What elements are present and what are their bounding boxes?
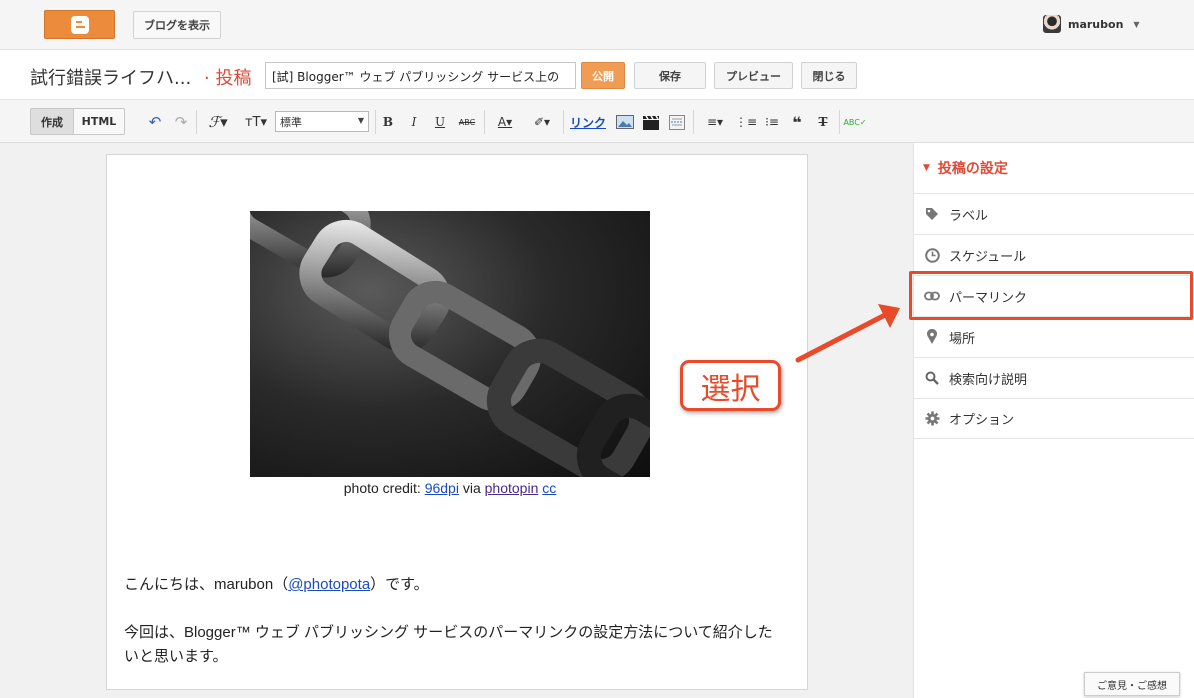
caption-link-96dpi[interactable]: 96dpi [425,480,459,496]
numbered-list-icon[interactable]: ⋮≡ [735,112,757,132]
toolbar-divider [375,110,376,134]
preview-button[interactable]: プレビュー [714,62,793,89]
blogger-icon [70,15,89,34]
image-icon[interactable] [615,112,635,132]
format-select[interactable]: 標準 ▼ [275,111,369,132]
sidebar-item-labels[interactable]: ラベル [914,193,1194,234]
highlight-icon[interactable]: ✐▾ [527,112,557,132]
text-color-icon[interactable]: A▾ [490,112,520,132]
chain-photo[interactable] [250,211,650,477]
font-size-icon[interactable]: ᴛT▾ [240,112,272,132]
view-blog-button[interactable]: ブログを表示 [133,11,221,39]
save-button[interactable]: 保存 [634,62,706,89]
avatar [1043,15,1061,33]
video-icon[interactable] [641,112,661,132]
paragraph-greeting: こんにちは、marubon（@photopota）です。 [124,573,429,597]
sidebar-item-search-description[interactable]: 検索向け説明 [914,357,1194,398]
strikethrough-icon[interactable]: ABC [456,112,478,132]
compose-mode-button[interactable]: 作成 [30,108,74,135]
sidebar-item-schedule[interactable]: スケジュール [914,234,1194,275]
caption-via: via [458,480,485,496]
caption-link-photopin[interactable]: photopin [485,480,539,496]
sidebar-item-label: 場所 [949,331,976,347]
toolbar-divider [839,110,840,134]
user-menu[interactable]: marubon ▼ [1043,15,1140,33]
username: marubon [1068,17,1124,31]
blog-title[interactable]: 試行錯誤ライフハ... [30,64,191,90]
close-button[interactable]: 閉じる [801,62,857,89]
sidebar-item-label: オプション [949,413,1015,428]
italic-icon[interactable]: I [406,112,422,132]
clear-format-icon[interactable]: T [814,112,832,132]
sidebar-item-label: ラベル [949,208,989,224]
font-icon[interactable]: ℱ▾ [203,112,233,132]
publish-button[interactable]: 公開 [581,62,625,89]
sidebar-item-label: スケジュール [949,249,1027,265]
section-title: · 投稿 [204,68,252,89]
caption-prefix: photo credit: [343,480,425,496]
greeting-text: こんにちは、marubon（ [124,576,289,593]
photo-caption: photo credit: 96dpi via photopin cc [250,480,650,496]
post-settings-header[interactable]: ▼ 投稿の設定 [923,158,1008,178]
link-button[interactable]: リンク [569,112,607,132]
chevron-down-icon: ▼ [1133,19,1140,29]
gear-icon [924,411,940,427]
blogger-logo-button[interactable] [44,10,115,39]
clock-icon [924,247,940,263]
twitter-link[interactable]: @photopota [288,576,370,593]
sidebar-item-label: 検索向け説明 [949,372,1028,388]
html-mode-button[interactable]: HTML [73,108,125,135]
caption-link-cc[interactable]: cc [542,480,556,496]
toolbar-divider [693,110,694,134]
toolbar-divider [563,110,564,134]
search-icon [924,370,940,386]
greeting-tail: ）です。 [370,576,429,593]
post-title-input[interactable]: [試] Blogger™ ウェブ パブリッシング サービス上の [265,62,576,89]
annotation-arrow-icon [795,304,900,363]
tag-icon [924,206,940,222]
sidebar-item-options[interactable]: オプション [914,398,1194,439]
bullet-list-icon[interactable]: ⁝≡ [763,112,781,132]
annotation-callout: 選択 [680,360,781,411]
underline-icon[interactable]: U [432,112,448,132]
collapse-triangle-icon: ▼ [923,163,930,173]
format-value: 標準 [280,116,302,129]
align-icon[interactable]: ≡▾ [700,112,730,132]
undo-icon[interactable]: ↶ [146,112,164,132]
post-settings-title: 投稿の設定 [937,161,1008,177]
quote-icon[interactable]: ❝ [788,112,806,132]
chevron-down-icon: ▼ [357,116,364,125]
redo-icon[interactable]: ↷ [172,112,190,132]
jump-break-icon[interactable] [667,112,687,132]
bold-icon[interactable]: B [380,112,396,132]
sidebar-item-location[interactable]: 場所 [914,316,1194,357]
pin-icon [924,329,940,345]
spellcheck-icon[interactable]: ABC✓ [843,112,866,132]
permalink-highlight [909,271,1193,320]
paragraph-intro: 今回は、Blogger™ ウェブ パブリッシング サービスのパーマリンクの設定方… [124,624,773,665]
toolbar-divider [484,110,485,134]
feedback-button[interactable]: ご意見・ご感想 [1084,672,1180,696]
toolbar-divider [196,110,197,134]
